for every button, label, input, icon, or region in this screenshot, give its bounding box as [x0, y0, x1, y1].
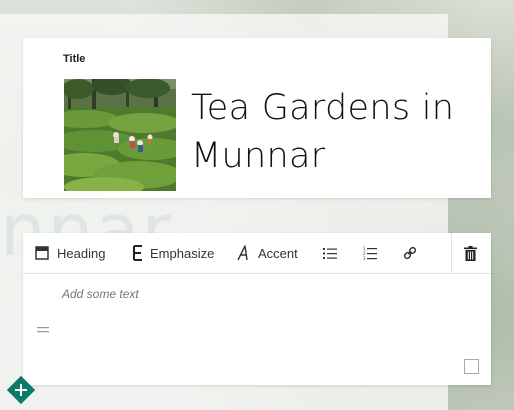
- formatting-toolbar: Heading Emphasize Accent 123: [23, 233, 491, 274]
- emphasize-button-label: Emphasize: [150, 245, 215, 261]
- svg-text:3: 3: [363, 256, 366, 260]
- page-title-text[interactable]: Tea Gardens in Munnar: [191, 84, 481, 180]
- text-section-card[interactable]: Heading Emphasize Accent 123 Add some te…: [23, 233, 491, 385]
- drag-handle-icon[interactable]: [37, 320, 49, 333]
- link-icon: [403, 246, 417, 260]
- add-section-button[interactable]: [6, 375, 36, 405]
- emphasize-icon: [133, 245, 143, 261]
- link-button[interactable]: [403, 233, 417, 273]
- trash-icon: [464, 245, 477, 261]
- numbered-list-button[interactable]: 123: [363, 233, 377, 273]
- accent-button[interactable]: Accent: [237, 233, 298, 273]
- heading-button-label: Heading: [57, 245, 106, 261]
- delete-section-button[interactable]: [464, 233, 477, 273]
- emphasize-button[interactable]: Emphasize: [133, 233, 214, 273]
- text-input-placeholder[interactable]: Add some text: [62, 287, 139, 301]
- bullet-list-icon: [323, 247, 337, 260]
- title-image[interactable]: [64, 79, 176, 191]
- toolbar-divider: [451, 233, 452, 273]
- accent-button-label: Accent: [258, 245, 298, 261]
- title-section-card[interactable]: Title Tea Gardens in Munnar: [23, 38, 491, 198]
- bullet-list-button[interactable]: [323, 233, 337, 273]
- plus-icon: [6, 375, 36, 405]
- numbered-list-icon: 123: [363, 246, 377, 260]
- accent-icon: [237, 245, 251, 261]
- tea-plantation-photo: [64, 79, 176, 191]
- heading-button[interactable]: Heading: [35, 233, 105, 273]
- heading-icon: [35, 246, 49, 260]
- section-select-checkbox[interactable]: [464, 359, 479, 374]
- section-type-label: Title: [63, 53, 86, 65]
